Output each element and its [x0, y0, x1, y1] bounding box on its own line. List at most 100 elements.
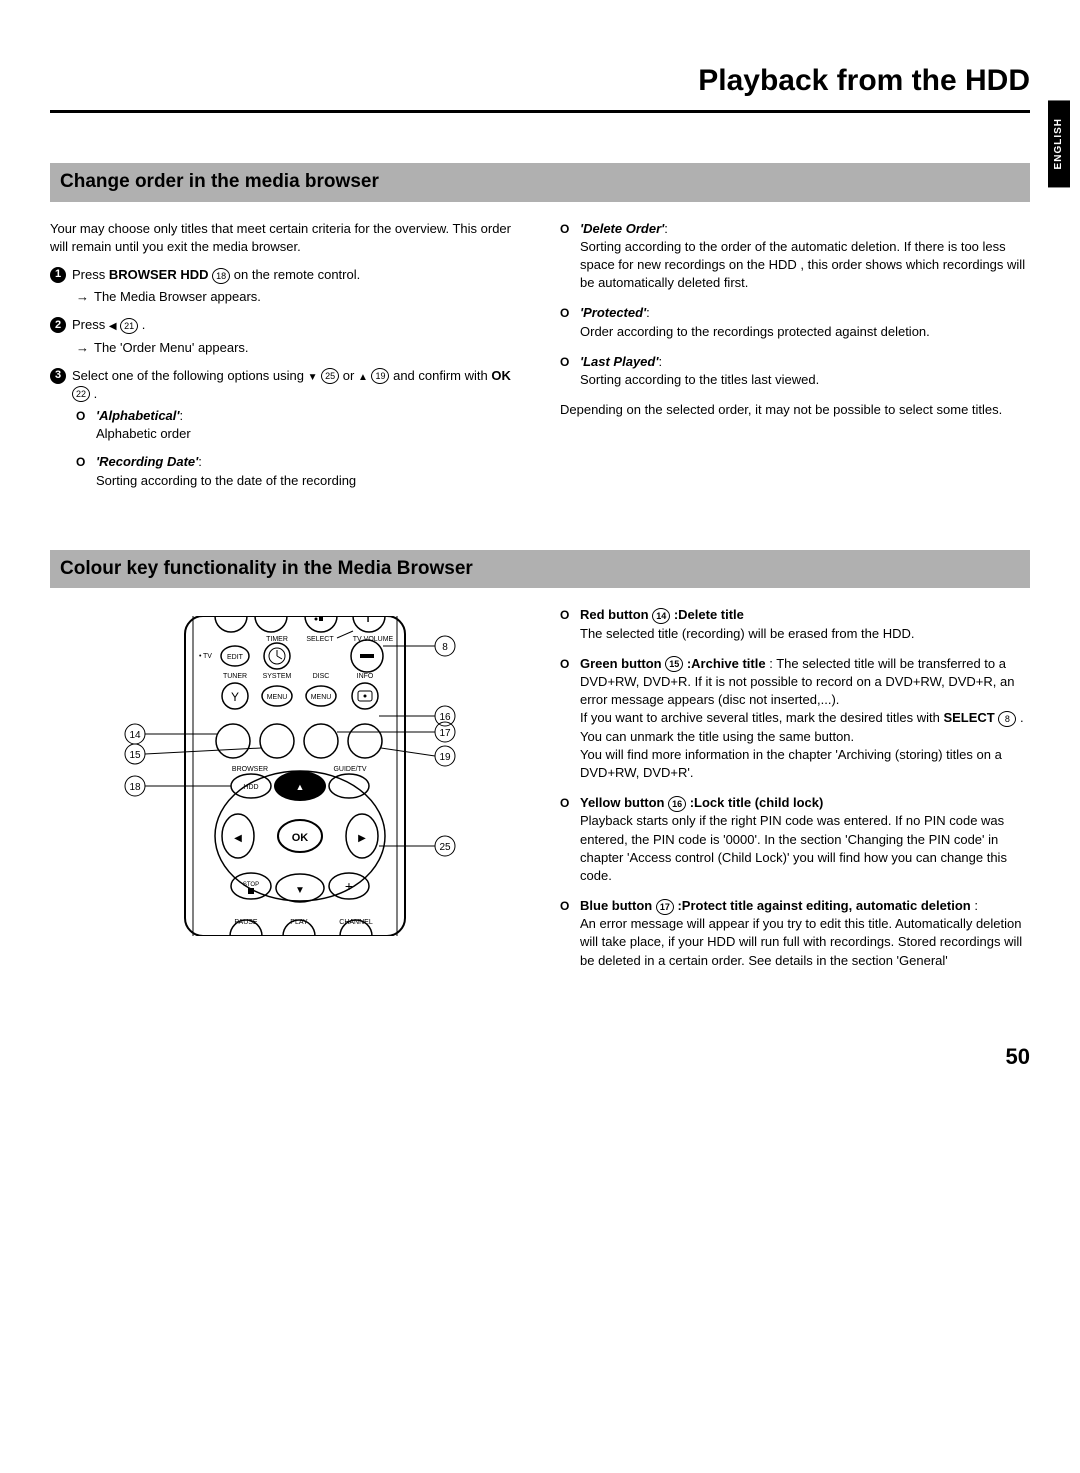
blue-button-label: Blue button: [580, 898, 656, 913]
colour-key-text-column: Red button 14 :Delete title The selected…: [560, 606, 1030, 981]
red-button-label: Red button: [580, 607, 652, 622]
opt-protected-desc: Order according to the recordings protec…: [580, 324, 930, 339]
step3-mid: or: [343, 368, 358, 383]
step2-text-a: Press: [72, 317, 109, 332]
step-3: 3 Select one of the following options us…: [50, 367, 520, 403]
step1-text-b: on the remote control.: [234, 267, 360, 282]
svg-text:16: 16: [439, 712, 451, 723]
red-button-desc: The selected title (recording) will be e…: [580, 626, 915, 641]
svg-text:PAUSE: PAUSE: [234, 919, 258, 926]
page-title: Playback from the HDD: [50, 60, 1030, 102]
svg-text:MENU: MENU: [267, 694, 288, 701]
green-button-title: :Archive title: [683, 656, 765, 671]
section-heading-order: Change order in the media browser: [50, 163, 1030, 202]
svg-text:DISC: DISC: [313, 673, 330, 680]
opt-recdate-desc: Sorting according to the date of the rec…: [96, 473, 356, 488]
opt-alpha-label: 'Alphabetical': [96, 408, 179, 423]
step2-text-b: .: [142, 317, 146, 332]
svg-text:Y: Y: [231, 690, 239, 704]
blue-button-title: :Protect title against editing, automati…: [674, 898, 971, 913]
select-key: SELECT: [943, 710, 994, 725]
option-last-played: 'Last Played': Sorting according to the …: [560, 353, 1030, 389]
svg-text:TIMER: TIMER: [266, 636, 288, 643]
yellow-button-label: Yellow button: [580, 795, 668, 810]
opt-protected-label: 'Protected': [580, 305, 646, 320]
key-ref-19: 19: [371, 368, 389, 384]
svg-text:8: 8: [442, 642, 448, 653]
yellow-button-desc: Playback starts only if the right PIN co…: [580, 813, 1007, 883]
svg-text:SELECT: SELECT: [306, 636, 334, 643]
svg-text:▲: ▲: [296, 782, 305, 792]
key-ref-22: 22: [72, 386, 90, 402]
svg-text:CHANNEL: CHANNEL: [339, 919, 373, 926]
svg-text:25: 25: [439, 842, 451, 853]
step1-text-a: Press: [72, 267, 109, 282]
opt-delete-label: 'Delete Order': [580, 221, 664, 236]
step-1-badge: 1: [50, 267, 66, 283]
yellow-button-title: :Lock title (child lock): [686, 795, 823, 810]
svg-text:19: 19: [439, 752, 451, 763]
svg-text:15: 15: [129, 750, 141, 761]
yellow-button-item: Yellow button 16 :Lock title (child lock…: [560, 794, 1030, 885]
blue-button-item: Blue button 17 :Protect title against ed…: [560, 897, 1030, 970]
red-button-title: :Delete title: [670, 607, 744, 622]
opt-delete-desc: Sorting according to the order of the au…: [580, 239, 1025, 290]
option-protected: 'Protected': Order according to the reco…: [560, 304, 1030, 340]
key-ref-8: 8: [998, 711, 1016, 727]
section1-left-column: Your may choose only titles that meet ce…: [50, 220, 520, 500]
green-desc3: You will find more information in the ch…: [580, 747, 1002, 780]
opt-alpha-desc: Alphabetic order: [96, 426, 191, 441]
green-button-label: Green button: [580, 656, 665, 671]
svg-text:17: 17: [439, 728, 451, 739]
svg-text:T: T: [365, 616, 371, 625]
step-1: 1 Press BROWSER HDD 18 on the remote con…: [50, 266, 520, 284]
key-ref-15: 15: [665, 656, 683, 672]
svg-text:GUIDE/TV: GUIDE/TV: [333, 766, 366, 773]
svg-text:STOP: STOP: [243, 882, 259, 888]
key-ref-14: 14: [652, 608, 670, 624]
intro-text: Your may choose only titles that meet ce…: [50, 220, 520, 256]
step-3-badge: 3: [50, 368, 66, 384]
svg-text:TUNER: TUNER: [223, 673, 247, 680]
svg-text:HDD: HDD: [243, 784, 258, 791]
section1-footnote: Depending on the selected order, it may …: [560, 401, 1030, 419]
opt-lastplayed-label: 'Last Played': [580, 354, 658, 369]
step-2-badge: 2: [50, 317, 66, 333]
browser-hdd-key: BROWSER HDD: [109, 267, 209, 282]
language-tab: ENGLISH: [1048, 100, 1070, 187]
svg-text:▼: ▼: [295, 885, 305, 896]
svg-text:EDIT: EDIT: [227, 654, 244, 661]
up-arrow-icon: [358, 368, 368, 383]
svg-text:▶: ▶: [358, 833, 366, 844]
section-heading-colour-keys: Colour key functionality in the Media Br…: [50, 550, 1030, 589]
remote-diagram-column: T TIMER SELECT TV VOLUME • TV EDIT: [50, 606, 520, 981]
green-desc2a: If you want to archive several titles, m…: [580, 710, 943, 725]
green-button-item: Green button 15 :Archive title : The sel…: [560, 655, 1030, 782]
svg-text:INFO: INFO: [357, 673, 374, 680]
ok-key: OK: [491, 368, 511, 383]
key-ref-16: 16: [668, 796, 686, 812]
option-recording-date: 'Recording Date': Sorting according to t…: [76, 453, 520, 489]
svg-text:BROWSER: BROWSER: [232, 766, 268, 773]
page-number: 50: [50, 1042, 1030, 1073]
step3-text-c: .: [94, 386, 98, 401]
svg-text:TV: TV: [203, 653, 212, 660]
opt-lastplayed-desc: Sorting according to the titles last vie…: [580, 372, 819, 387]
left-arrow-icon: [109, 317, 117, 332]
svg-text:18: 18: [129, 782, 141, 793]
step3-text-b: and confirm with: [393, 368, 491, 383]
title-rule: [50, 110, 1030, 113]
key-ref-18: 18: [212, 268, 230, 284]
step-2: 2 Press 21 .: [50, 316, 520, 334]
svg-text:SYSTEM: SYSTEM: [263, 673, 292, 680]
option-alphabetical: 'Alphabetical': Alphabetic order: [76, 407, 520, 443]
svg-text:MENU: MENU: [311, 694, 332, 701]
option-delete-order: 'Delete Order': Sorting according to the…: [560, 220, 1030, 293]
down-arrow-icon: [308, 368, 318, 383]
section1-right-column: 'Delete Order': Sorting according to the…: [560, 220, 1030, 500]
svg-text:•: •: [199, 653, 202, 660]
key-ref-21: 21: [120, 318, 138, 334]
step2-result: The 'Order Menu' appears.: [76, 339, 520, 357]
opt-recdate-label: 'Recording Date': [96, 454, 198, 469]
remote-control-diagram: T TIMER SELECT TV VOLUME • TV EDIT: [95, 616, 475, 941]
